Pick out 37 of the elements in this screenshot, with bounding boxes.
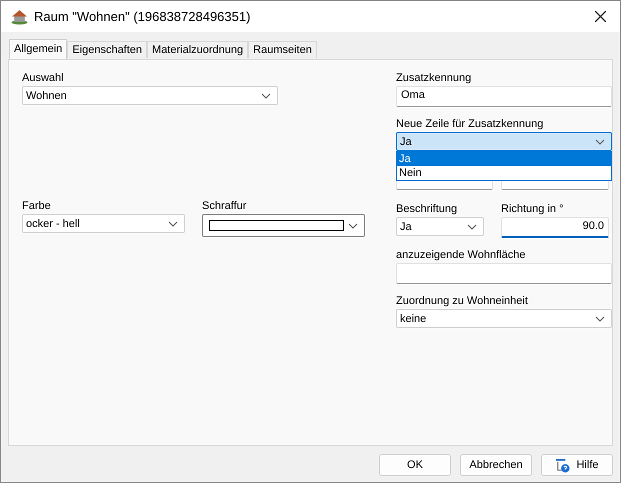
- field-label: Beschriftung: [396, 204, 458, 215]
- list-item[interactable]: Ja: [397, 152, 611, 166]
- close-icon: [594, 11, 606, 22]
- list-item[interactable]: Nein: [397, 166, 611, 180]
- input-field[interactable]: [396, 263, 612, 284]
- help-button[interactable]: Hilfe: [541, 454, 613, 476]
- field-label: Neue Zeile für Zusatzkennung: [396, 119, 544, 130]
- caret-icon: [168, 220, 178, 226]
- input-field[interactable]: 90.0: [501, 217, 609, 238]
- house-icon: [11, 8, 28, 25]
- caret-icon: [467, 224, 477, 230]
- window-title: Raum "Wohnen" (196838728496351): [34, 9, 252, 24]
- dialog-button[interactable]: Abbrechen: [460, 454, 532, 476]
- field-label: Farbe: [22, 201, 52, 212]
- tab[interactable]: Eigenschaften: [67, 41, 148, 58]
- caret-icon: [348, 222, 358, 228]
- field-label: Zuordnung zu Wohneinheit: [396, 296, 529, 307]
- input-field[interactable]: Oma: [396, 86, 612, 107]
- dropdown[interactable]: [202, 214, 365, 237]
- field-label: Schraffur: [202, 201, 248, 212]
- caret-icon: [261, 92, 271, 98]
- dropdown[interactable]: Ja: [396, 132, 612, 151]
- tab[interactable]: Raumseiten: [248, 41, 317, 58]
- help-icon: [555, 458, 570, 472]
- tab[interactable]: Materialzuordnung: [147, 41, 248, 58]
- caret-icon: [595, 316, 605, 322]
- field-label: Auswahl: [22, 73, 65, 84]
- dropdown[interactable]: Wohnen: [22, 86, 278, 105]
- dialog-button[interactable]: OK: [379, 454, 451, 476]
- field-label: Zusatzkennung: [396, 73, 472, 84]
- dropdown[interactable]: ocker - hell: [22, 214, 185, 233]
- field-label: anzuzeigende Wohnfläche: [396, 250, 526, 261]
- field-label: Richtung in °: [501, 204, 564, 215]
- dropdown[interactable]: keine: [396, 309, 612, 328]
- caret-icon: [595, 138, 605, 144]
- tab[interactable]: Allgemein: [9, 39, 68, 59]
- dropdown[interactable]: Ja: [396, 217, 484, 236]
